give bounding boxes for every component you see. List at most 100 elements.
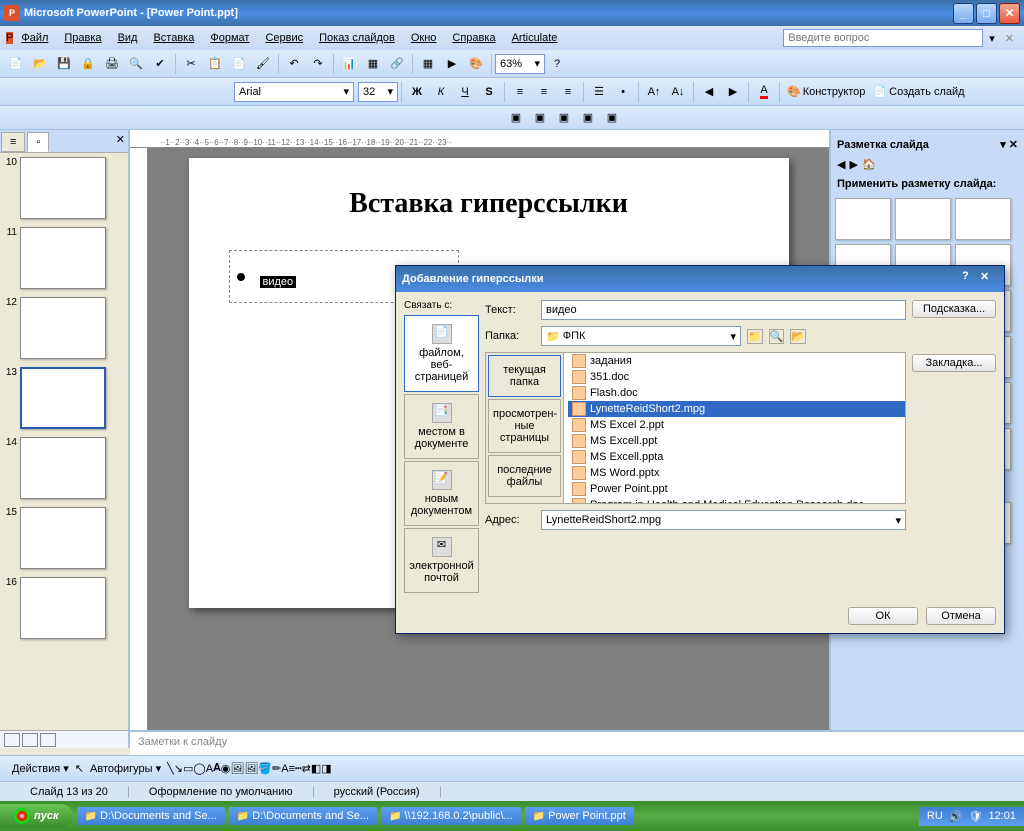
back-icon[interactable]: ◀ (837, 158, 845, 171)
menu-file[interactable]: Файл (13, 30, 56, 46)
actions-menu[interactable]: Действия ▾ (6, 760, 75, 777)
menu-format[interactable]: Формат (202, 30, 257, 46)
extra-icon[interactable]: ▣ (553, 107, 575, 129)
file-item[interactable]: MS Excell.ppt (568, 433, 905, 449)
file-item[interactable]: Program in Health and Medical Education … (568, 497, 905, 503)
table-icon[interactable]: ▦ (362, 53, 384, 75)
line-color-icon[interactable]: ✏ (272, 762, 281, 775)
rectangle-icon[interactable]: ▭ (183, 762, 193, 775)
close-button[interactable]: ✕ (999, 3, 1020, 24)
address-combo[interactable]: LynetteReidShort2.mpg▾ (541, 510, 906, 530)
tab-existing-file[interactable]: 📄файлом, веб-страницей (404, 315, 479, 392)
new-icon[interactable]: 📄 (5, 53, 27, 75)
tab-place-in-doc[interactable]: 📑местом в документе (404, 394, 479, 459)
app-menu-icon[interactable]: P (6, 32, 13, 44)
dash-style-icon[interactable]: ┅ (295, 762, 302, 775)
slide-thumbnail[interactable]: 15 (4, 507, 124, 569)
open-icon[interactable]: 📂 (29, 53, 51, 75)
taskpane-dropdown-icon[interactable]: ▾ ✕ (1000, 138, 1018, 151)
autoshapes-menu[interactable]: Автофигуры ▾ (84, 760, 167, 777)
file-item[interactable]: 351.doc (568, 369, 905, 385)
layout-option[interactable] (895, 198, 951, 240)
shadow-icon[interactable]: S (478, 81, 500, 103)
3d-style-icon[interactable]: ◨ (321, 762, 331, 775)
file-item[interactable]: MS Word.pptx (568, 465, 905, 481)
undo-icon[interactable]: ↶ (283, 53, 305, 75)
menu-tools[interactable]: Сервис (257, 30, 311, 46)
dropdown-icon[interactable]: ▾ (983, 32, 1001, 45)
slide-thumbnail[interactable]: 11 (4, 227, 124, 289)
panel-close-icon[interactable]: ✕ (113, 130, 128, 152)
show-icon[interactable]: ▶ (441, 53, 463, 75)
menu-window[interactable]: Окно (403, 30, 445, 46)
help-icon[interactable]: ? (546, 53, 568, 75)
slide-thumbnail[interactable]: 14 (4, 437, 124, 499)
increase-indent-icon[interactable]: ▶ (722, 81, 744, 103)
layout-option[interactable] (955, 198, 1011, 240)
file-item[interactable]: MS Excel 2.ppt (568, 417, 905, 433)
slide-thumbnail[interactable]: 16 (4, 577, 124, 639)
align-center-icon[interactable]: ≡ (533, 81, 555, 103)
color-icon[interactable]: 🎨 (465, 53, 487, 75)
extra-icon[interactable]: ▣ (529, 107, 551, 129)
forward-icon[interactable]: ▶ (849, 158, 857, 171)
file-item[interactable]: Flash.doc (568, 385, 905, 401)
preview-icon[interactable]: 🔍 (125, 53, 147, 75)
browse-web-icon[interactable]: 🔍 (769, 329, 785, 344)
taskbar-item[interactable]: \\192.168.0.2\public\... (381, 807, 521, 825)
oval-icon[interactable]: ◯ (193, 762, 205, 775)
system-tray[interactable]: RU 🔊 🛡 12:01 (919, 807, 1024, 826)
taskbar-item[interactable]: Power Point.ppt (525, 807, 634, 825)
align-right-icon[interactable]: ≡ (557, 81, 579, 103)
tray-icon[interactable]: 🛡 (969, 810, 983, 823)
file-item[interactable]: LynetteReidShort2.mpg (568, 401, 905, 417)
chart-icon[interactable]: 📊 (338, 53, 360, 75)
slide-thumbnail[interactable]: 13 (4, 367, 124, 429)
layout-option[interactable] (835, 198, 891, 240)
picture-icon[interactable]: 🖼 (244, 762, 258, 775)
help-question-input[interactable] (783, 29, 983, 47)
bullets-icon[interactable]: • (612, 81, 634, 103)
extra-icon[interactable]: ▣ (505, 107, 527, 129)
sorter-view-icon[interactable] (22, 733, 38, 747)
up-folder-icon[interactable]: 📁 (747, 329, 763, 344)
bookmark-button[interactable]: Закладка... (912, 354, 996, 372)
menu-articulate[interactable]: Articulate (504, 30, 566, 46)
file-item[interactable]: MS Excell.ppta (568, 449, 905, 465)
file-item[interactable]: Power Point.ppt (568, 481, 905, 497)
format-painter-icon[interactable]: 🖌 (252, 53, 274, 75)
taskbar-item[interactable]: D:\Documents and Se... (229, 807, 377, 825)
grid-icon[interactable]: ▦ (417, 53, 439, 75)
slide-thumbnail[interactable]: 10 (4, 157, 124, 219)
nav-recent-files[interactable]: последние файлы (488, 455, 561, 497)
font-name-combo[interactable]: Arial▾ (234, 82, 354, 102)
normal-view-icon[interactable] (4, 733, 20, 747)
increase-font-icon[interactable]: A↑ (643, 81, 665, 103)
file-list[interactable]: задания351.docFlash.docLynetteReidShort2… (568, 353, 905, 503)
print-icon[interactable]: 🖨 (101, 53, 123, 75)
screentip-button[interactable]: Подсказка... (912, 300, 996, 318)
line-icon[interactable]: ╲ (167, 762, 174, 775)
numbering-icon[interactable]: ☰ (588, 81, 610, 103)
menu-edit[interactable]: Правка (56, 30, 109, 46)
file-item[interactable]: задания (568, 353, 905, 369)
minimize-button[interactable]: _ (953, 3, 974, 24)
permission-icon[interactable]: 🔒 (77, 53, 99, 75)
decrease-indent-icon[interactable]: ◀ (698, 81, 720, 103)
nav-browsed-pages[interactable]: просмотрен- ные страницы (488, 399, 561, 453)
paste-icon[interactable]: 📄 (228, 53, 250, 75)
tab-outline[interactable]: ≡ (1, 132, 25, 152)
arrow-style-icon[interactable]: ⇄ (302, 762, 311, 775)
redo-icon[interactable]: ↷ (307, 53, 329, 75)
zoom-combo[interactable]: 63%▾ (495, 54, 545, 74)
tab-slides[interactable]: ▫ (27, 132, 49, 152)
dialog-close-button[interactable]: ✕ (980, 270, 998, 288)
cut-icon[interactable]: ✂ (180, 53, 202, 75)
italic-icon[interactable]: К (430, 81, 452, 103)
bullet-text-selected[interactable]: видео (260, 276, 297, 288)
decrease-font-icon[interactable]: A↓ (667, 81, 689, 103)
maximize-button[interactable]: □ (976, 3, 997, 24)
arrow-icon[interactable]: ↘ (174, 762, 183, 775)
extra-icon[interactable]: ▣ (601, 107, 623, 129)
start-button[interactable]: пуск (0, 804, 73, 828)
